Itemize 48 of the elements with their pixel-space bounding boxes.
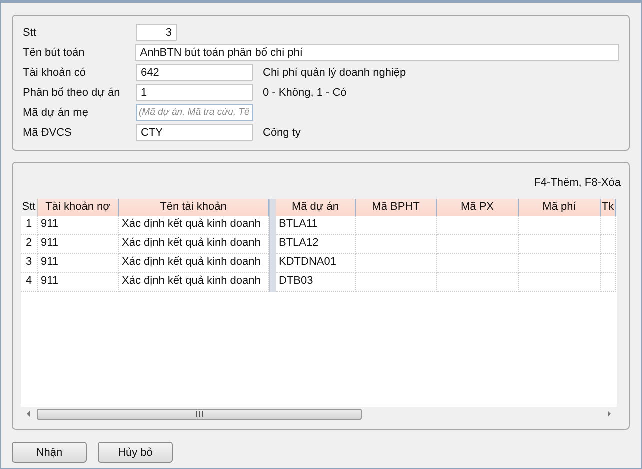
input-field[interactable]: 1 (136, 84, 253, 101)
table-cell: BTLA12 (276, 235, 356, 254)
field-label: Phân bổ theo dự án (23, 86, 122, 98)
table-cell: 3 (21, 254, 38, 273)
field-note: Công ty (263, 126, 301, 138)
table-cell (601, 235, 616, 254)
input-field[interactable]: AnhBTN bút toán phân bổ chi phí (135, 44, 619, 61)
column-header[interactable]: Mã phí (519, 199, 601, 216)
field-label: Mã ĐVCS (23, 126, 73, 138)
column-header[interactable]: Tài khoản nợ (38, 199, 119, 216)
field-label: Tài khoản có (23, 66, 87, 78)
input-field[interactable]: 642 (136, 64, 253, 81)
table-cell: 911 (38, 216, 119, 235)
table-cell: DTB03 (276, 273, 356, 292)
table-cell: 911 (38, 254, 119, 273)
field-label: Tên bút toán (23, 46, 86, 58)
table-cell (601, 254, 616, 273)
grip-icon (196, 411, 204, 417)
field-label: Mã dự án mẹ (23, 106, 90, 118)
dialog-button[interactable]: Hủy bỏ (98, 442, 173, 463)
table-cell: 1 (21, 216, 38, 235)
column-header[interactable]: Mã BPHT (356, 199, 437, 216)
column-header[interactable]: Stt (21, 199, 38, 216)
field-note: Chi phí quản lý doanh nghiệp (263, 66, 406, 78)
dialog-button[interactable]: Nhận (12, 442, 87, 463)
field-note: 0 - Không, 1 - Có (263, 86, 347, 98)
table-cell (601, 273, 616, 292)
table-cell: KDTDNA01 (276, 254, 356, 273)
shortcut-hint: F4-Thêm, F8-Xóa (534, 177, 621, 189)
column-header[interactable]: Tk (601, 199, 616, 216)
table-cell: 911 (38, 235, 119, 254)
table-cell: 4 (21, 273, 38, 292)
table-cell: BTLA11 (276, 216, 356, 235)
table-cell: 911 (38, 273, 119, 292)
table-cell (601, 216, 616, 235)
scroll-right-icon[interactable] (605, 410, 613, 418)
input-field[interactable]: CTY (136, 124, 253, 141)
input-field[interactable]: 3 (136, 24, 177, 41)
scroll-left-icon[interactable] (25, 410, 33, 418)
column-splitter[interactable] (269, 273, 276, 292)
column-splitter[interactable] (269, 199, 276, 216)
column-header[interactable]: Tên tài khoản (119, 199, 269, 216)
column-header[interactable]: Mã PX (437, 199, 519, 216)
scrollbar-thumb[interactable] (37, 408, 362, 420)
input-field[interactable]: (Mã dự án, Mã tra cứu, Tê (136, 104, 253, 121)
field-label: Stt (23, 26, 38, 38)
table-cell: 2 (21, 235, 38, 254)
column-header[interactable]: Mã dự án (276, 199, 356, 216)
